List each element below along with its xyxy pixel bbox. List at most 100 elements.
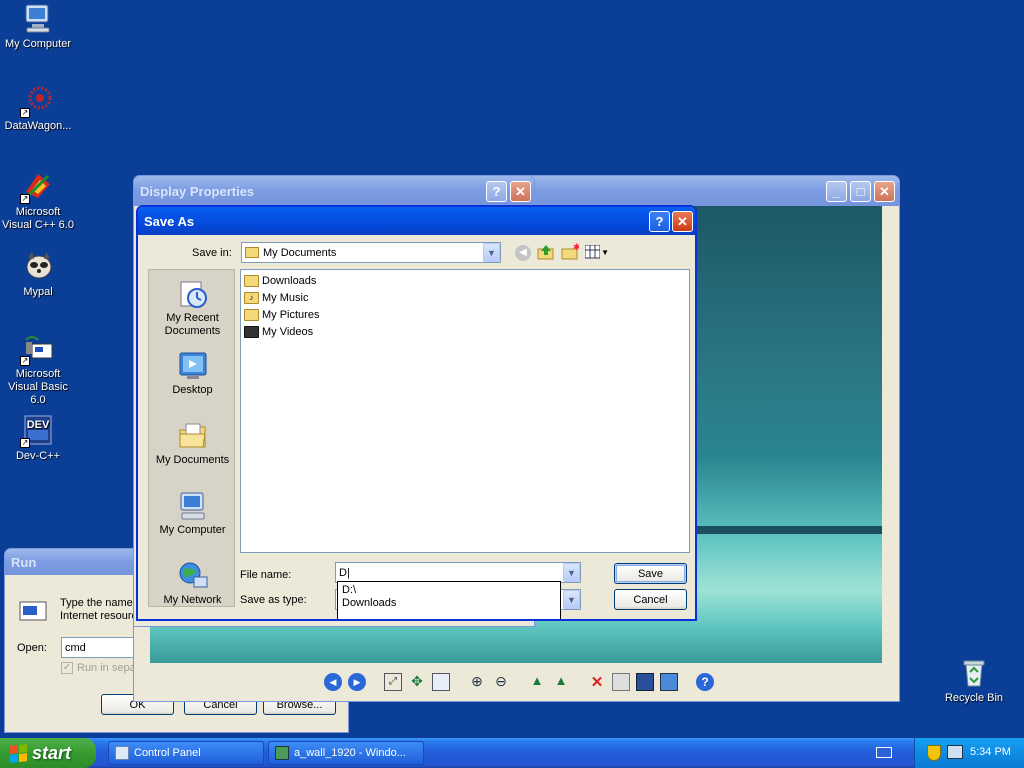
file-name: Downloads xyxy=(262,275,317,287)
visual-cpp-icon: ↗ xyxy=(20,170,54,204)
save-as-title: Save As xyxy=(144,213,195,229)
image-viewer-icon xyxy=(275,746,289,760)
desktop-icon-mypal[interactable]: Mypal xyxy=(0,250,76,299)
minimize-button[interactable]: _ xyxy=(826,181,847,202)
next-icon[interactable]: ▶ xyxy=(348,673,366,691)
rotate-cw-icon[interactable]: ▲ xyxy=(528,673,546,691)
zoom-out-icon[interactable]: ⊖ xyxy=(492,673,510,691)
places-bar: My Recent Documents Desktop My Documents… xyxy=(148,269,235,607)
file-list: Downloads ♪ My Music My Pictures My Vide… xyxy=(240,269,690,553)
list-item[interactable]: ♪ My Music xyxy=(244,290,308,306)
list-item[interactable]: My Videos xyxy=(244,324,313,340)
clock[interactable]: 5:34 PM xyxy=(970,746,1011,758)
help-button[interactable]: ? xyxy=(649,211,670,232)
chevron-down-icon[interactable]: ▼ xyxy=(483,243,500,262)
save-in-dropdown[interactable]: My Documents ▼ xyxy=(241,242,501,263)
close-button[interactable]: ✕ xyxy=(874,181,895,202)
cancel-button[interactable]: Cancel xyxy=(614,589,687,610)
file-name-label: File name: xyxy=(240,569,292,581)
place-my-documents[interactable]: My Documents xyxy=(149,420,236,467)
my-network-icon xyxy=(177,560,209,592)
visual-basic-icon: ↗ xyxy=(20,332,54,366)
place-label: My Recent Documents xyxy=(164,312,221,337)
network-icon[interactable] xyxy=(947,745,963,759)
place-my-network[interactable]: My Network xyxy=(149,560,236,607)
shortcut-arrow-icon: ↗ xyxy=(20,438,30,448)
run-program-icon xyxy=(19,599,49,623)
place-label: My Computer xyxy=(159,524,226,536)
save-icon[interactable] xyxy=(636,673,654,691)
security-shield-icon[interactable] xyxy=(927,745,941,761)
shortcut-arrow-icon: ↗ xyxy=(20,194,30,204)
display-properties-title: Display Properties xyxy=(140,183,255,199)
system-tray: 5:34 PM xyxy=(914,738,1024,768)
save-button[interactable]: Save xyxy=(614,563,687,584)
my-computer-icon xyxy=(22,2,54,34)
folder-icon xyxy=(244,275,259,287)
list-item[interactable]: Downloads xyxy=(244,273,316,289)
svg-text:✱: ✱ xyxy=(573,243,579,253)
place-desktop[interactable]: Desktop xyxy=(149,350,236,397)
desktop-icon-label: Dev-C++ xyxy=(15,450,61,462)
up-folder-icon[interactable] xyxy=(537,243,555,261)
keyboard-icon[interactable] xyxy=(876,747,892,758)
desktop-icon-recycle-bin[interactable]: Recycle Bin xyxy=(936,656,1012,705)
rotate-ccw-icon[interactable]: ▲ xyxy=(552,673,570,691)
autocomplete-item[interactable]: Downloads xyxy=(342,597,556,610)
chevron-down-icon[interactable]: ▼ xyxy=(563,563,580,582)
taskbar: start Control Panel a_wall_1920 - Windo.… xyxy=(0,738,1024,768)
place-my-computer[interactable]: My Computer xyxy=(149,490,236,537)
delete-icon[interactable]: ✕ xyxy=(588,673,606,691)
view-menu-icon[interactable]: ▼ xyxy=(585,244,609,260)
save-in-value: My Documents xyxy=(263,246,337,259)
desktop-icon-label: DataWagon... xyxy=(4,120,72,132)
desktop-icon-visual-cpp[interactable]: ↗ Microsoft Visual C++ 6.0 xyxy=(0,170,76,232)
my-computer-icon xyxy=(177,490,209,522)
taskbar-item-control-panel[interactable]: Control Panel xyxy=(108,741,264,765)
desktop-icon-datawagon[interactable]: ↗ DataWagon... xyxy=(0,84,76,133)
taskbar-item-image-viewer[interactable]: a_wall_1920 - Windo... xyxy=(268,741,424,765)
save-as-titlebar[interactable]: Save As xyxy=(138,207,695,235)
close-button[interactable]: ✕ xyxy=(510,181,531,202)
back-icon[interactable]: ◀ xyxy=(515,245,531,261)
start-button[interactable]: start xyxy=(0,738,96,768)
best-fit-icon[interactable]: ⤢ xyxy=(384,673,402,691)
my-documents-icon xyxy=(245,247,259,258)
run-open-label: Open: xyxy=(17,642,47,654)
start-label: start xyxy=(32,742,72,763)
print-icon[interactable] xyxy=(612,673,630,691)
file-name-input[interactable]: D| ▼ xyxy=(335,562,581,583)
videos-folder-icon xyxy=(244,326,259,338)
chevron-down-icon[interactable]: ▼ xyxy=(563,590,580,609)
desktop-icon-my-computer[interactable]: My Computer xyxy=(0,2,76,51)
place-my-recent-documents[interactable]: My Recent Documents xyxy=(149,278,236,338)
display-properties-titlebar[interactable]: Display Properties xyxy=(134,176,534,206)
help-icon[interactable]: ? xyxy=(696,673,714,691)
save-in-label: Save in: xyxy=(192,247,232,259)
desktop-icon-visual-basic[interactable]: ↗ Microsoft Visual Basic 6.0 xyxy=(0,332,76,407)
recycle-bin-icon xyxy=(958,656,990,688)
desktop-icon-label: My Computer xyxy=(4,38,72,50)
help-button[interactable]: ? xyxy=(486,181,507,202)
slideshow-icon[interactable] xyxy=(432,673,450,691)
list-item[interactable]: My Pictures xyxy=(244,307,319,323)
desktop-icon-label: Microsoft Visual Basic 6.0 xyxy=(8,368,68,406)
file-name: My Pictures xyxy=(262,309,320,321)
previous-icon[interactable]: ◀ xyxy=(324,673,342,691)
file-name: My Videos xyxy=(262,326,314,338)
autocomplete-item[interactable]: D:\ xyxy=(342,584,556,597)
close-button[interactable]: ✕ xyxy=(672,211,693,232)
recent-documents-icon xyxy=(177,278,209,310)
file-name-value: D| xyxy=(339,566,350,579)
new-folder-icon[interactable]: ✱ xyxy=(561,243,581,261)
viewer-toolbar: ◀ ▶ ⤢ ✥ ⊕ ⊖ ▲ ▲ ✕ ? xyxy=(324,670,714,694)
taskbar-item-label: Control Panel xyxy=(134,747,201,759)
zoom-in-icon[interactable]: ⊕ xyxy=(468,673,486,691)
maximize-button[interactable]: □ xyxy=(850,181,871,202)
actual-size-icon[interactable]: ✥ xyxy=(408,673,426,691)
shortcut-arrow-icon: ↗ xyxy=(20,356,30,366)
save-as-type-label: Save as type: xyxy=(240,594,307,606)
edit-icon[interactable] xyxy=(660,673,678,691)
desktop-icon-devcpp[interactable]: DEV ↗ Dev-C++ xyxy=(0,414,76,463)
datawagon-icon: ↗ xyxy=(20,84,54,118)
